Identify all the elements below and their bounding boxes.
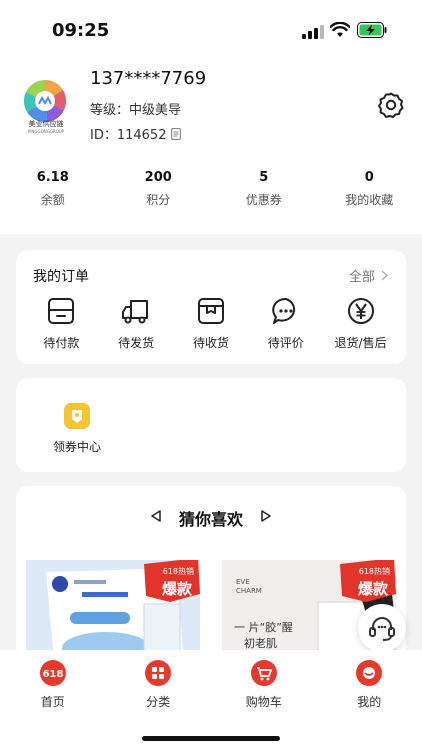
copy-icon[interactable] (171, 127, 182, 140)
brand-line-1: EVE (236, 578, 250, 586)
stat-label: 余额 (40, 193, 65, 207)
badge-top-text: 618热销 (358, 567, 390, 576)
avatar-caption: 美业供应链 (28, 120, 64, 128)
services-card: 领券中心 (16, 378, 406, 472)
stat-label: 我的收藏 (345, 193, 394, 207)
svg-text:618: 618 (42, 669, 63, 680)
wallet-icon (48, 298, 75, 324)
settings-gear-icon[interactable] (378, 92, 404, 118)
home-indicator (142, 736, 280, 741)
tab-label: 我的 (357, 695, 382, 709)
stat-value: 5 (259, 170, 269, 185)
user-level: 等级：中级美导 (90, 103, 182, 118)
tab-label: 分类 (146, 695, 171, 709)
stats-row: 6.18 余额 200 积分 5 优惠券 0 我的收藏 (0, 170, 422, 208)
stat-points[interactable]: 200 积分 (106, 170, 212, 208)
tab-label: 购物车 (245, 695, 282, 709)
order-pending-review[interactable]: 待评价 (252, 296, 320, 351)
headset-icon (369, 617, 395, 641)
category-icon (145, 660, 172, 686)
user-id-text: ID：114652 (90, 128, 167, 143)
avatar-subcaption: PINGGONGGROUP (27, 129, 65, 134)
orders-all-label: 全部 (348, 270, 375, 285)
box-icon (197, 298, 224, 324)
battery-charging-icon (357, 22, 387, 38)
order-pending-shipment[interactable]: 待发货 (102, 296, 170, 351)
order-item-label: 待评价 (267, 336, 304, 350)
coupon-center-button[interactable]: 领券中心 (52, 402, 102, 455)
order-after-sales[interactable]: 退货/售后 (327, 296, 395, 351)
orders-all-link[interactable]: 全部 (349, 266, 388, 285)
tab-cart[interactable]: 购物车 (211, 659, 317, 710)
guess-like-title: 猜你喜欢 (178, 510, 243, 529)
stat-label: 积分 (146, 193, 171, 207)
order-item-label: 待收货 (192, 336, 229, 350)
product-brand: EVE CHARM (236, 578, 262, 596)
profile-icon (356, 660, 383, 686)
order-item-label: 待付款 (43, 336, 80, 350)
tab-label: 首页 (40, 695, 65, 709)
stat-balance[interactable]: 6.18 余额 (0, 170, 106, 208)
badge-main-text: 爆款 (357, 580, 388, 598)
stat-value: 6.18 (36, 170, 69, 185)
order-pending-receipt[interactable]: 待收货 (177, 296, 245, 351)
order-pending-payment[interactable]: 待付款 (27, 296, 95, 351)
stat-value: 200 (144, 170, 172, 185)
yen-icon (347, 298, 374, 324)
user-id: ID：114652 (90, 124, 182, 143)
tab-home[interactable]: 618 首页 (0, 659, 106, 710)
cellular-signal-icon (302, 25, 324, 39)
wifi-icon (330, 22, 350, 37)
product-grid: 618热销 爆款 EVE CHARM 一 片“胶”醒 初老肌 618热销 爆款 (16, 548, 406, 656)
badge-main-text: 爆款 (161, 580, 192, 598)
order-item-label: 待发货 (118, 336, 155, 350)
chevron-right-icon (381, 270, 388, 281)
guess-like-section: 猜你喜欢 618热销 爆款 EVE CHARM 一 片“胶”醒 初老肌 618热… (16, 486, 406, 656)
truck-icon (122, 300, 149, 324)
product-card[interactable]: 618热销 爆款 (26, 560, 200, 656)
avatar[interactable] (22, 78, 68, 124)
order-item-label: 退货/售后 (334, 336, 387, 350)
comment-icon (272, 297, 295, 324)
profile-header: 美业供应链 PINGGONGGROUP 137****7769 等级：中级美导 … (0, 58, 422, 234)
tab-category[interactable]: 分类 (106, 659, 212, 710)
user-phone: 137****7769 (90, 68, 207, 89)
stat-coupons[interactable]: 5 优惠券 (211, 170, 317, 208)
orders-title: 我的订单 (33, 269, 89, 285)
slogan-line-1: 一 片“胶”醒 (234, 621, 293, 634)
stat-value: 0 (364, 170, 374, 185)
orders-card: 我的订单 全部 待付款 待发货 待收货 待评价 退货/售后 (16, 250, 406, 364)
status-bar: 09:25 (0, 0, 422, 58)
coupon-icon (64, 403, 90, 429)
badge-top-text: 618热销 (162, 567, 194, 576)
avatar-logo-icon (22, 78, 68, 124)
coupon-center-label: 领券中心 (52, 440, 101, 454)
cart-icon (250, 660, 277, 686)
status-time: 09:25 (52, 20, 110, 41)
customer-service-button[interactable] (358, 604, 406, 652)
home-618-icon: 618 (39, 660, 66, 686)
stat-favorites[interactable]: 0 我的收藏 (317, 170, 422, 208)
brand-line-2: CHARM (236, 587, 262, 595)
tab-mine[interactable]: 我的 (317, 659, 422, 710)
bottom-tab-bar: 618 首页 分类 购物车 我的 (0, 650, 422, 750)
product-slogan: 一 片“胶”醒 初老肌 (234, 620, 293, 652)
triangle-right-icon (261, 510, 271, 522)
order-status-row: 待付款 待发货 待收货 待评价 退货/售后 (16, 296, 406, 351)
stat-label: 优惠券 (245, 193, 282, 207)
